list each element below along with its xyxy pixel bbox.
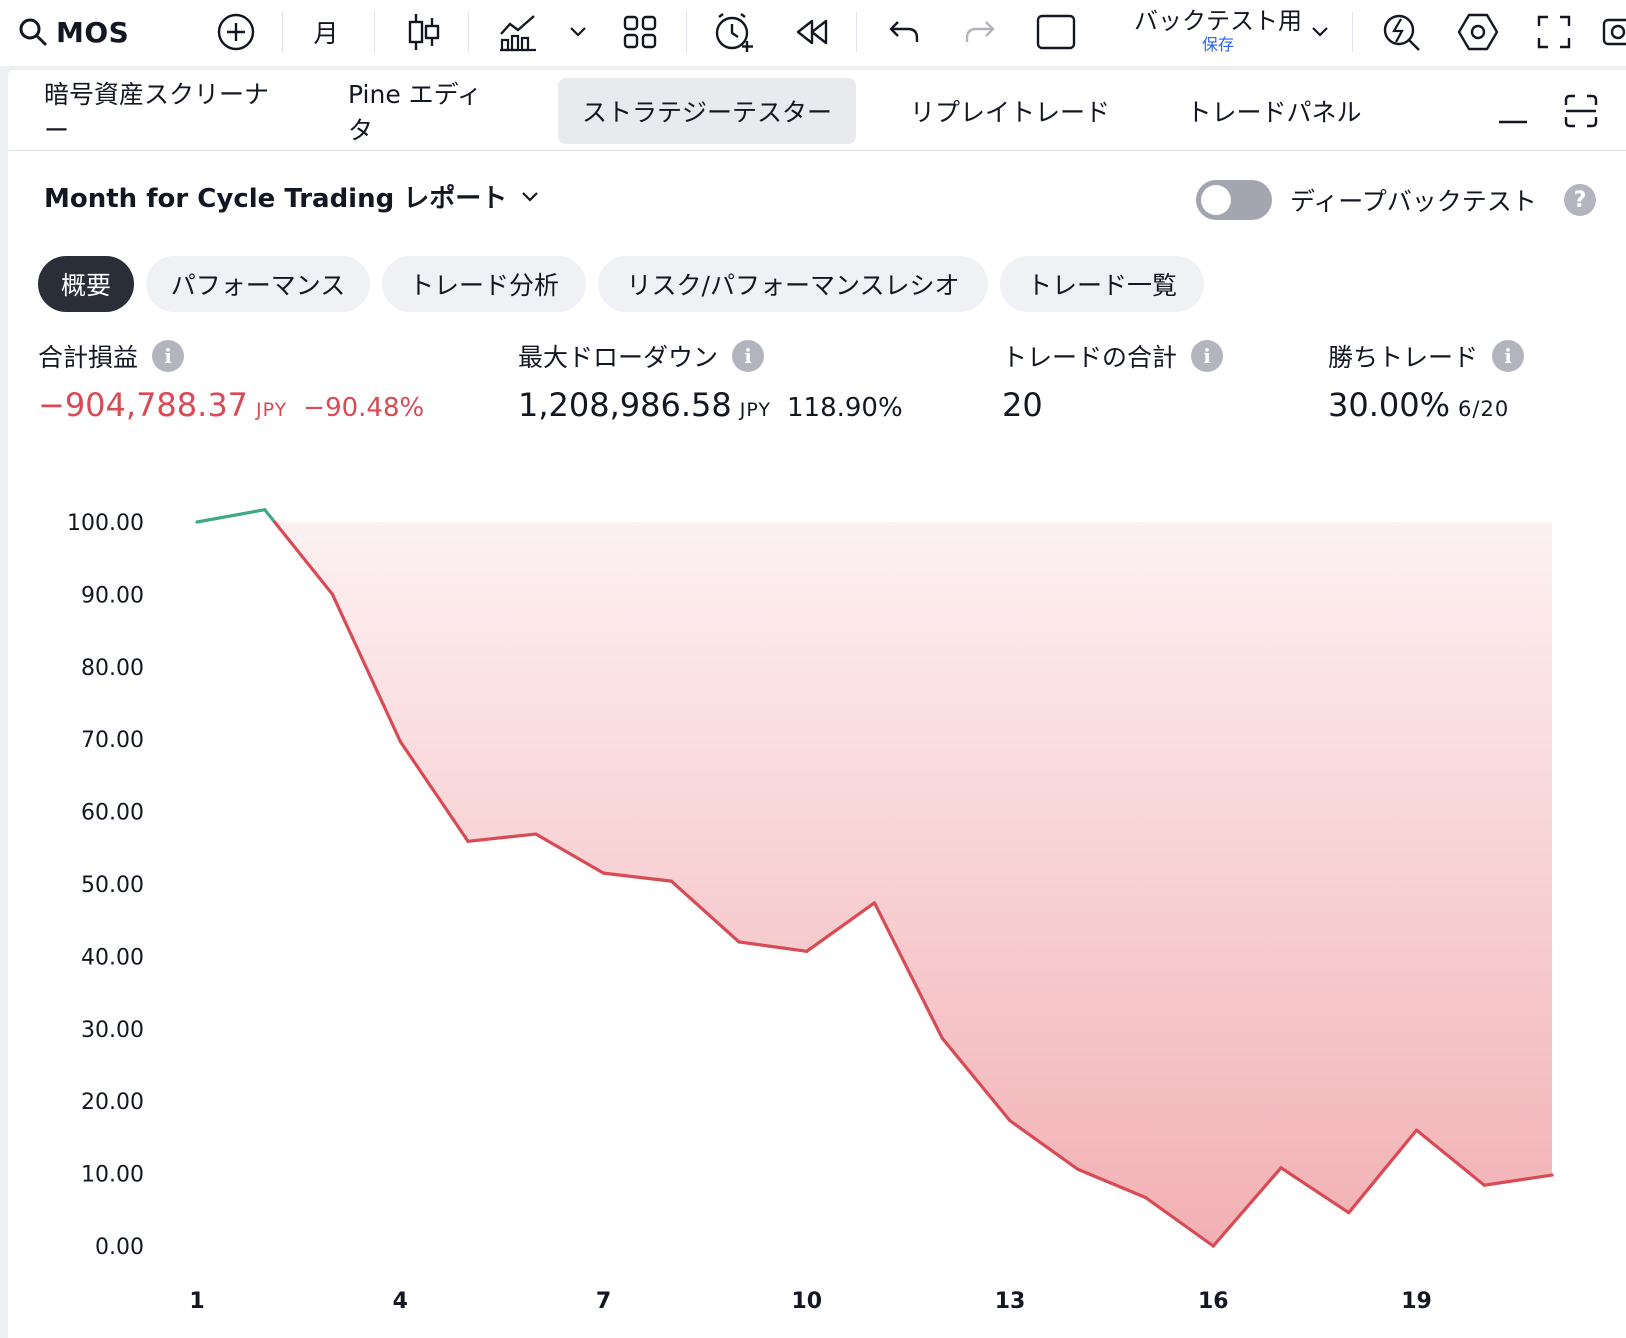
y-tick-label: 90.00	[81, 583, 144, 608]
x-axis: 1 4 7 10 13 16 19	[189, 1289, 1431, 1314]
y-tick-label: 20.00	[81, 1090, 144, 1115]
y-tick-label: 100.00	[67, 511, 144, 536]
x-tick-label: 16	[1198, 1289, 1229, 1314]
equity-chart: 100.0090.0080.0070.0060.0050.0040.0030.0…	[67, 508, 1554, 1314]
x-tick-label: 19	[1401, 1289, 1432, 1314]
y-axis: 100.00 90.00 80.00 70.00 60.00 50.00 40.00 30.0…	[67, 511, 144, 1260]
x-tick-label: 13	[995, 1289, 1026, 1314]
x-tick-label: 7	[596, 1289, 611, 1314]
x-tick-label: 10	[791, 1289, 822, 1314]
equity-line-segment	[263, 508, 277, 524]
drawdown-area	[274, 522, 1553, 1246]
y-tick-label: 0.00	[95, 1235, 144, 1260]
y-tick-label: 40.00	[81, 945, 144, 970]
x-tick-label: 4	[393, 1289, 408, 1314]
equity-line-segment	[195, 508, 267, 524]
y-tick-label: 10.00	[81, 1163, 144, 1188]
y-tick-label: 50.00	[81, 873, 144, 898]
x-tick-label: 1	[189, 1289, 204, 1314]
y-tick-label: 70.00	[81, 728, 144, 753]
y-tick-label: 30.00	[81, 1018, 144, 1043]
plot-area	[195, 508, 1554, 1248]
y-tick-label: 80.00	[81, 656, 144, 681]
y-tick-label: 60.00	[81, 801, 144, 826]
